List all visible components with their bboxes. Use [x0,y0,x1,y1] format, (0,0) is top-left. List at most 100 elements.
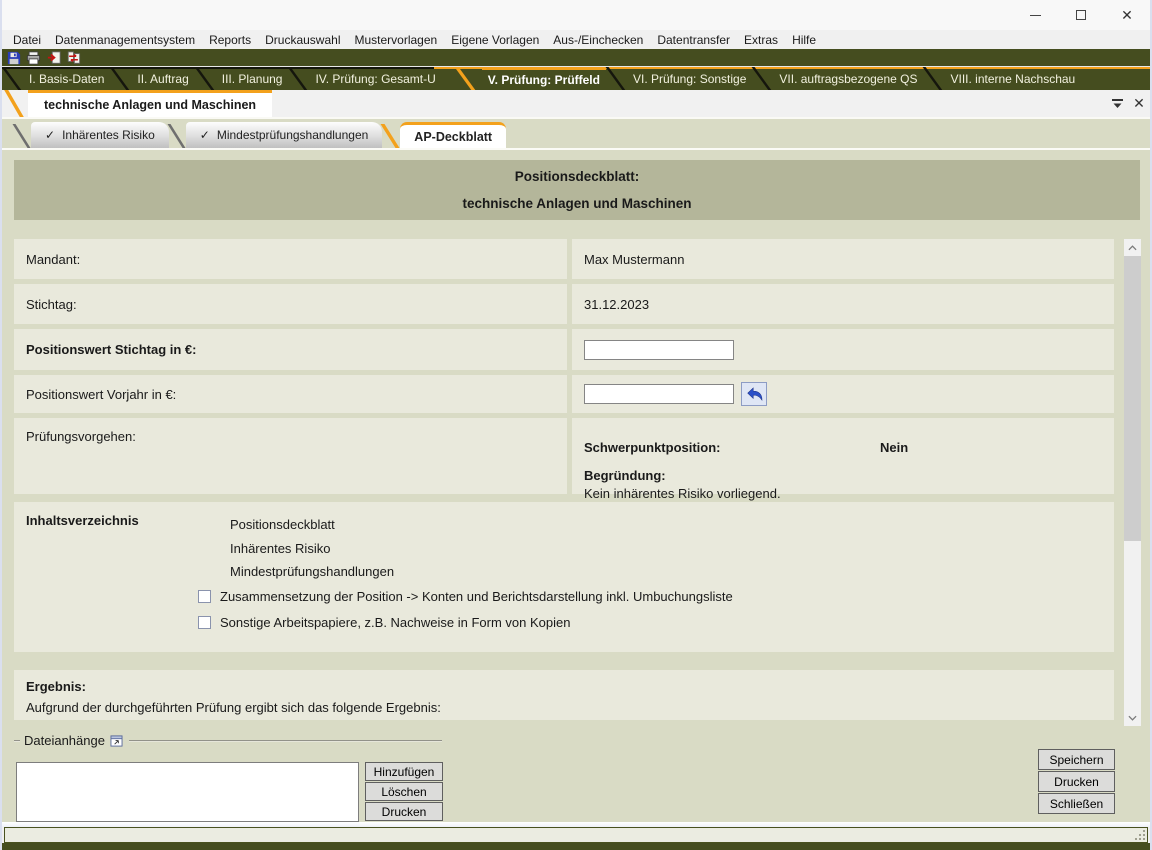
positionswert-stichtag-input[interactable] [584,340,734,360]
scrollbar-thumb[interactable] [1124,256,1141,541]
scroll-up-button[interactable] [1124,239,1141,256]
tab-mindestpruefungshandlungen[interactable]: ✓ Mindestprüfungshandlungen [186,122,383,148]
resize-grip[interactable] [1133,828,1146,841]
inhaltsverzeichnis-section: Inhaltsverzeichnis Positionsdeckblatt In… [14,502,1114,652]
scroll-down-button[interactable] [1124,709,1141,726]
iv-item-positionsdeckblatt: Positionsdeckblatt [230,513,1114,537]
inner-tab-bar: ✓ Inhärentes Risiko ✓ Mindestprüfungshan… [14,119,1150,148]
menu-reports[interactable]: Reports [202,30,258,49]
attachments-listbox[interactable] [16,762,359,822]
zusammensetzung-label: Zusammensetzung der Position -> Konten u… [220,589,733,604]
pruefungsvorgehen-cell: Schwerpunktposition: Nein Begründung: Ke… [572,418,1114,494]
tab-pruefung-gesamt-u[interactable]: IV. Prüfung: Gesamt-U [309,67,441,90]
document-tab[interactable]: technische Anlagen und Maschinen [28,90,272,117]
main-tab-bar: I. Basis-Daten II. Auftrag III. Planung … [2,67,1150,90]
iv-checkbox-row-zusammensetzung: Zusammensetzung der Position -> Konten u… [198,584,1114,610]
inner-tab-separator [167,124,185,148]
menu-extras[interactable]: Extras [737,30,785,49]
pruefungsvorgehen-label: Prüfungsvorgehen: [14,418,567,494]
attachment-add-button[interactable]: Hinzufügen [365,762,443,781]
tabbar-line-orange [434,67,1150,69]
attachments-legend-text: Dateianhänge [24,733,105,748]
tab-pruefung-prueffeld[interactable]: V. Prüfung: Prüffeld [482,67,606,90]
undo-button[interactable] [741,382,767,406]
ergebnis-section: Ergebnis: Aufgrund der durchgeführten Pr… [14,670,1114,720]
maximize-icon [1076,10,1086,20]
menu-druckauswahl[interactable]: Druckauswahl [258,30,347,49]
attachment-delete-button[interactable]: Löschen [365,782,443,801]
tab-separator [2,67,25,90]
tab-basis-daten[interactable]: I. Basis-Daten [23,67,110,90]
positionswert-vorjahr-label: Positionswert Vorjahr in €: [14,375,567,413]
inhaltsverzeichnis-items: Positionsdeckblatt Inhärentes Risiko Min… [230,513,1114,584]
menu-hilfe[interactable]: Hilfe [785,30,823,49]
tab-planung[interactable]: III. Planung [216,67,289,90]
stichtag-value: 31.12.2023 [572,284,1114,324]
tab-separator [750,67,775,90]
page-title: Positionsdeckblatt: technische Anlagen u… [14,160,1140,220]
inner-tab-label: Mindestprüfungshandlungen [217,128,368,142]
close-document-icon[interactable]: ✕ [1128,90,1150,117]
close-form-button[interactable]: Schließen [1038,793,1115,814]
zusammensetzung-checkbox[interactable] [198,590,211,603]
undo-icon [746,387,763,401]
save-icon[interactable] [5,50,22,66]
iv-item-mindestpruefungshandlungen: Mindestprüfungshandlungen [230,560,1114,584]
tab-ap-deckblatt[interactable]: AP-Deckblatt [400,122,506,148]
minimize-button[interactable] [1012,0,1058,30]
tab-auftrag[interactable]: II. Auftrag [131,67,194,90]
attachment-print-button[interactable]: Drucken [365,802,443,821]
open-window-icon[interactable] [110,735,123,747]
iv-item-inhaerentes-risiko: Inhärentes Risiko [230,537,1114,561]
document-tab-strip: technische Anlagen und Maschinen ✕ [2,90,1150,117]
menu-datei[interactable]: Datei [6,30,48,49]
positionswert-vorjahr-cell [572,375,1114,413]
schwerpunkt-line: Schwerpunktposition: Nein [584,429,1114,455]
inner-tab-separator [13,124,31,148]
document-strip-spacer [272,90,1106,117]
toolbar [2,49,1150,67]
schwerpunktposition-label: Schwerpunktposition: [584,440,880,455]
close-button[interactable]: ✕ [1104,0,1150,30]
page-title-line1: Positionsdeckblatt: [14,169,1140,184]
tab-separator [604,67,629,90]
mandant-label: Mandant: [14,239,567,279]
begruendung-label: Begründung: [584,468,1114,483]
inhaltsverzeichnis-title: Inhaltsverzeichnis [26,513,139,528]
tab-auftragsbezogene-qs[interactable]: VII. auftragsbezogene QS [773,67,923,90]
menu-datenmanagementsystem[interactable]: Datenmanagementsystem [48,30,202,49]
save-button[interactable]: Speichern [1038,749,1115,770]
positionswert-stichtag-cell [572,329,1114,370]
tab-inhaerentes-risiko[interactable]: ✓ Inhärentes Risiko [31,122,169,148]
tabbar-line-dark [2,67,434,69]
minimize-icon [1030,15,1041,16]
inner-tab-underline [2,148,1150,150]
page-title-line2: technische Anlagen und Maschinen [14,196,1140,211]
check-in-icon[interactable] [45,50,62,66]
vertical-scrollbar[interactable] [1124,239,1141,726]
tab-interne-nachschau[interactable]: VIII. interne Nachschau [944,67,1081,90]
menu-eigene-vorlagen[interactable]: Eigene Vorlagen [444,30,546,49]
status-bar [4,827,1148,843]
tab-pruefung-sonstige[interactable]: VI. Prüfung: Sonstige [627,67,752,90]
close-icon: ✕ [1121,8,1133,22]
data-transfer-icon[interactable] [65,50,82,66]
application-window: ✕ Datei Datenmanagementsystem Reports Dr… [0,0,1152,850]
positionswert-vorjahr-input[interactable] [584,384,734,404]
menu-datentransfer[interactable]: Datentransfer [650,30,737,49]
ergebnis-title: Ergebnis: [26,679,1114,694]
collapse-icon[interactable] [1106,90,1128,117]
menu-mustervorlagen[interactable]: Mustervorlagen [348,30,445,49]
sonstige-arbeitspapiere-checkbox[interactable] [198,616,211,629]
stichtag-label: Stichtag: [14,284,567,324]
menu-aus-einchecken[interactable]: Aus-/Einchecken [546,30,650,49]
bottom-olive-bar [2,843,1150,850]
attachments-fieldset: Dateianhänge Hinzufügen Löschen Drucken [14,740,442,742]
chevron-up-icon [1128,245,1137,251]
print-icon[interactable] [25,50,42,66]
tab-separator [287,67,312,90]
print-button[interactable]: Drucken [1038,771,1115,792]
checkmark-icon: ✓ [45,128,55,142]
content-area: ✓ Inhärentes Risiko ✓ Mindestprüfungshan… [2,117,1150,822]
maximize-button[interactable] [1058,0,1104,30]
